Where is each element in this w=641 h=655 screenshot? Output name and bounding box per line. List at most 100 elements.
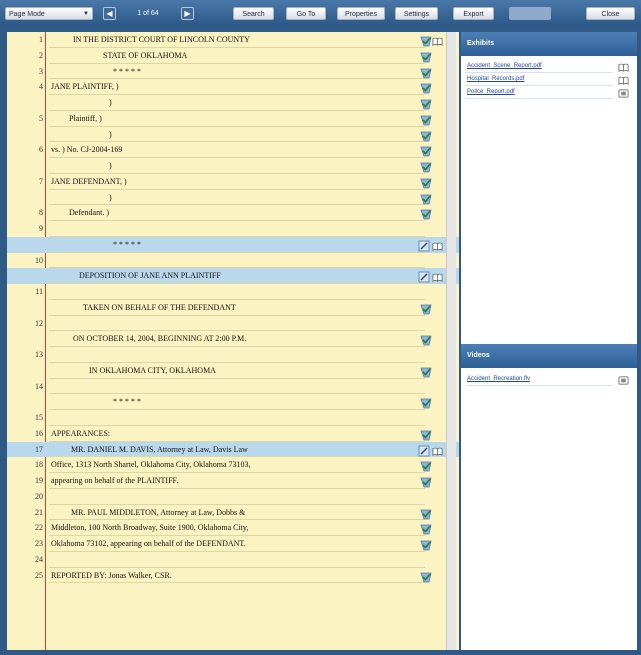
transcript-line[interactable]: TAKEN ON BEHALF OF THE DEFENDANT [7,300,459,316]
transcript-line[interactable]: ) [7,127,459,143]
exhibits-link[interactable]: Police_Report.pdf [467,87,515,97]
transcript-line[interactable]: 20 [7,489,459,505]
transcript-line[interactable]: ) [7,190,459,206]
transcript-line[interactable]: 13 [7,347,459,363]
line-text: vs. ) No. CJ-2004-169 [51,145,123,155]
annotate-check-icon[interactable] [420,160,432,173]
transcript-line[interactable]: 3 * * * * * [7,64,459,80]
transcript-view[interactable]: 1 IN THE DISTRICT COURT OF LINCOLN COUNTY… [7,32,459,650]
line-text: appearing on behalf of the PLAINTIFF. [51,476,179,485]
transcript-line[interactable]: 1 IN THE DISTRICT COURT OF LINCOLN COUNTY [7,32,459,48]
transcript-line[interactable]: 19 appearing on behalf of the PLAINTIFF. [7,473,459,489]
exhibits-link[interactable]: Hospital_Records.pdf [467,74,524,84]
annotate-check-icon[interactable] [420,176,432,189]
attachment-icon[interactable] [432,34,444,46]
transcript-line[interactable]: ON OCTOBER 14, 2004, BEGINNING AT 2:00 P… [7,331,459,347]
annotate-check-icon[interactable] [420,570,432,582]
line-number: 20 [35,491,43,501]
transcript-line[interactable]: 8 Defendant. ) [7,205,459,221]
export-button[interactable]: Export [453,7,494,20]
line-text: TAKEN ON BEHALF OF THE DEFENDANT [83,302,236,312]
annotate-check-icon[interactable] [420,192,432,204]
transcript-line[interactable]: 10 [7,253,459,269]
attachment-icon[interactable] [432,444,444,456]
line-number [7,394,43,410]
transcript-line[interactable]: IN OKLAHOMA CITY, OKLAHOMA [7,363,459,379]
line-number: 25 [35,570,43,580]
attachment-icon[interactable] [432,270,444,283]
transcript-line[interactable]: DEPOSITION OF JANE ANN PLAINTIFF [7,268,459,284]
line-number [7,363,43,379]
annotate-check-icon[interactable] [420,113,432,126]
transcript-line[interactable]: ) [7,95,459,111]
edit-annotation-icon[interactable] [418,270,430,283]
exhibits-link[interactable]: Accident_Scene_Report.pdf [467,61,542,71]
annotate-check-icon[interactable] [420,333,432,346]
annotate-check-icon[interactable] [420,144,432,157]
transcript-line[interactable]: 15 [7,410,459,426]
close-button[interactable]: Close [586,7,635,20]
list-divider [465,85,613,86]
line-number: 4 [39,82,43,92]
transcript-line[interactable]: 25 REPORTED BY: Jonas Walker, CSR. [7,568,459,584]
edit-annotation-icon[interactable] [418,239,430,252]
annotate-check-icon[interactable] [420,428,432,441]
properties-button[interactable]: Properties [337,7,385,20]
annotate-check-icon[interactable] [420,207,432,220]
transcript-line[interactable]: 7 JANE DEFENDANT, ) [7,174,459,190]
transcript-line[interactable]: 4 JANE PLAINTIFF, ) [7,79,459,95]
line-number: 12 [35,318,43,328]
attachment-icon[interactable] [432,239,444,251]
edit-annotation-icon[interactable] [418,444,430,456]
annotate-check-icon[interactable] [420,507,432,519]
transcript-line[interactable]: 14 [7,379,459,395]
transcript-line[interactable]: 16 APPEARANCES: [7,426,459,442]
next-page-button[interactable]: ▶ [181,7,194,20]
line-text: * * * * * [113,239,141,249]
annotate-check-icon[interactable] [420,522,432,535]
transcript-line[interactable]: 23 Oklahoma 73102, appearing on behalf of… [7,536,459,552]
document-icon[interactable] [618,60,629,72]
document-icon[interactable] [618,73,629,85]
line-text: Office, 1313 North Shartel, Oklahoma Cit… [51,460,251,470]
transcript-line[interactable]: * * * * * [7,236,459,253]
prev-page-button[interactable]: ◀ [103,7,116,20]
annotate-check-icon[interactable] [420,81,432,94]
transcript-line[interactable]: 21 MR. PAUL MIDDLETON, Attorney at Law, D… [7,505,459,521]
settings-button[interactable]: Settings [395,7,438,20]
annotate-check-icon[interactable] [420,34,432,47]
annotate-check-icon[interactable] [420,365,432,378]
goto-button[interactable]: Go To [286,7,326,20]
line-text: MR. DANIEL M. DAVIS, Attorney at Law, Da… [71,444,248,454]
transcript-line[interactable]: 6 vs. ) No. CJ-2004-169 [7,142,459,158]
annotate-check-icon[interactable] [420,129,432,141]
transcript-line[interactable]: 22 Middleton, 100 North Broadway, Suite 1… [7,520,459,536]
transcript-line[interactable]: ) [7,158,459,174]
transcript-line[interactable]: 5 Plaintiff, ) [7,111,459,127]
transcript-line[interactable]: * * * * * [7,394,459,410]
annotate-check-icon[interactable] [420,538,432,551]
transcript-line[interactable]: 18 Office, 1313 North Shartel, Oklahoma C… [7,457,459,473]
transcript-line[interactable]: 11 [7,284,459,300]
transcript-line[interactable]: 9 [7,221,459,237]
annotate-check-icon[interactable] [420,459,432,472]
video-icon[interactable] [618,86,629,98]
transcript-line[interactable]: 2 STATE OF OKLAHOMA [7,48,459,64]
search-button[interactable]: Search [233,7,274,20]
page-mode-select[interactable]: Page Mode ▼ [5,7,93,20]
annotate-check-icon[interactable] [420,50,432,63]
transcript-line[interactable]: 24 [7,552,459,568]
annotate-check-icon[interactable] [420,396,432,409]
annotate-check-icon[interactable] [420,475,432,488]
transcript-scrollbar[interactable] [446,32,456,650]
transcript-line[interactable]: 17 MR. DANIEL M. DAVIS, Attorney at Law, … [7,441,459,458]
annotate-check-icon[interactable] [420,97,432,110]
line-number: 17 [35,444,43,454]
videos-link[interactable]: Accident_Recreation.flv [467,374,530,384]
annotate-check-icon[interactable] [420,66,432,78]
video-icon[interactable] [618,373,629,385]
transcript-line[interactable]: 12 [7,316,459,332]
line-text: Plaintiff, ) [69,113,102,123]
annotate-check-icon[interactable] [420,302,432,315]
line-text: IN OKLAHOMA CITY, OKLAHOMA [89,365,216,375]
